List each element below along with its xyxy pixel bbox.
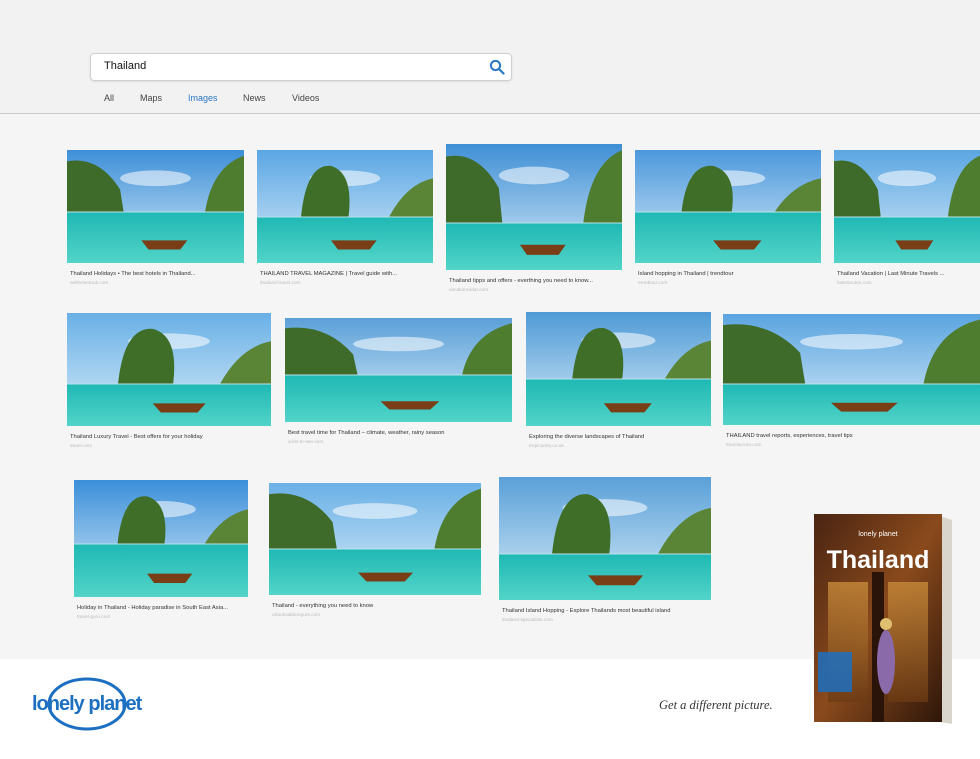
image-result-card[interactable]: THAILAND TRAVEL MAGAZINE | Travel guide … (257, 150, 433, 289)
result-source: vacationradar.com (449, 288, 489, 293)
result-thumbnail[interactable] (285, 318, 512, 422)
tab-all[interactable]: All (95, 93, 123, 113)
result-source: tropicantry.co.uk (529, 444, 564, 449)
result-thumbnail[interactable] (67, 150, 244, 263)
image-result-card[interactable]: Thailand Luxury Travel - Best offers for… (67, 313, 271, 452)
book-publisher: lonely planet (858, 531, 897, 538)
image-result-card[interactable]: Island hopping in Thailand | trendtour tr… (635, 150, 821, 289)
result-thumbnail[interactable] (499, 477, 711, 600)
image-result-card[interactable]: Thailand Island Hopping - Explore Thaila… (499, 477, 711, 626)
result-caption[interactable]: Thailand Holidays • The best hotels in T… (70, 271, 243, 277)
tab-news[interactable]: News (234, 93, 275, 113)
result-thumbnail[interactable] (635, 150, 821, 263)
result-source: thailand-travel.com (260, 281, 301, 286)
image-result-card[interactable]: Thailand Vacation | Last Minute Travels … (834, 150, 980, 289)
tab-maps[interactable]: Maps (131, 93, 171, 113)
result-source: weltreisetouk.com (70, 281, 109, 286)
result-thumbnail[interactable] (257, 150, 433, 263)
svg-text:lonely planet: lonely planet (32, 693, 143, 715)
result-caption[interactable]: Thailand Island Hopping - Explore Thaila… (502, 608, 710, 614)
image-result-card[interactable]: Thailand - everything you need to know ur… (269, 483, 481, 621)
search-tabs: All Maps Images News Videos (0, 88, 980, 115)
result-caption[interactable]: Island hopping in Thailand | trendtour (638, 271, 820, 277)
image-result-card[interactable]: THAILAND travel reports, experiences, tr… (723, 314, 980, 451)
image-result-card[interactable]: Exploring the diverse landscapes of Thai… (526, 312, 711, 452)
lonely-planet-logo: lonely planet (32, 677, 144, 731)
result-source: travelarcom.com (726, 443, 762, 448)
result-caption[interactable]: Thailand Vacation | Last Minute Travels … (837, 271, 979, 277)
result-source: travel-guru.com (77, 615, 111, 620)
image-result-card[interactable]: Thailand Holidays • The best hotels in T… (67, 150, 244, 289)
result-caption[interactable]: Thailand tipps and offers - everthing yo… (449, 278, 621, 284)
search-query[interactable]: Thailand (104, 60, 146, 72)
result-thumbnail[interactable] (834, 150, 980, 263)
tab-videos[interactable]: Videos (283, 93, 328, 113)
image-result-card[interactable]: Holiday in Thailand - Holiday paradise i… (74, 480, 248, 623)
result-source: lastminutes.com (837, 281, 872, 286)
result-thumbnail[interactable] (526, 312, 711, 426)
result-source: thailand-specialists.com (502, 618, 553, 623)
result-caption[interactable]: Thailand Luxury Travel - Best offers for… (70, 434, 270, 440)
image-result-card[interactable]: Best travel time for Thailand – climate,… (285, 318, 512, 448)
result-source: a-list-to-see.com (288, 440, 324, 445)
result-caption[interactable]: THAILAND TRAVEL MAGAZINE | Travel guide … (260, 271, 432, 277)
tagline: Get a different picture. (659, 698, 773, 712)
result-caption[interactable]: Exploring the diverse landscapes of Thai… (529, 434, 710, 440)
result-source: urlaubsaktiongurs.com (272, 613, 321, 618)
result-thumbnail[interactable] (67, 313, 271, 426)
result-source: travel.com (70, 444, 93, 449)
result-caption[interactable]: Best travel time for Thailand – climate,… (288, 430, 511, 436)
book-title: Thailand (827, 546, 930, 574)
image-result-card[interactable]: Thailand tipps and offers - everthing yo… (446, 144, 622, 296)
tab-images[interactable]: Images (179, 93, 227, 115)
search-header: Thailand All Maps Images News Videos (0, 0, 980, 115)
result-caption[interactable]: Thailand - everything you need to know (272, 603, 480, 609)
result-caption[interactable]: THAILAND travel reports, experiences, tr… (726, 433, 979, 439)
result-thumbnail[interactable] (74, 480, 248, 597)
search-input[interactable]: Thailand (90, 53, 512, 81)
result-thumbnail[interactable] (269, 483, 481, 595)
result-thumbnail[interactable] (446, 144, 622, 270)
guidebook-cover: lonely planet Thailand (814, 514, 952, 724)
result-source: trendtour.com (638, 281, 668, 286)
result-caption[interactable]: Holiday in Thailand - Holiday paradise i… (77, 605, 247, 611)
result-thumbnail[interactable] (723, 314, 980, 425)
search-icon[interactable] (489, 59, 505, 75)
